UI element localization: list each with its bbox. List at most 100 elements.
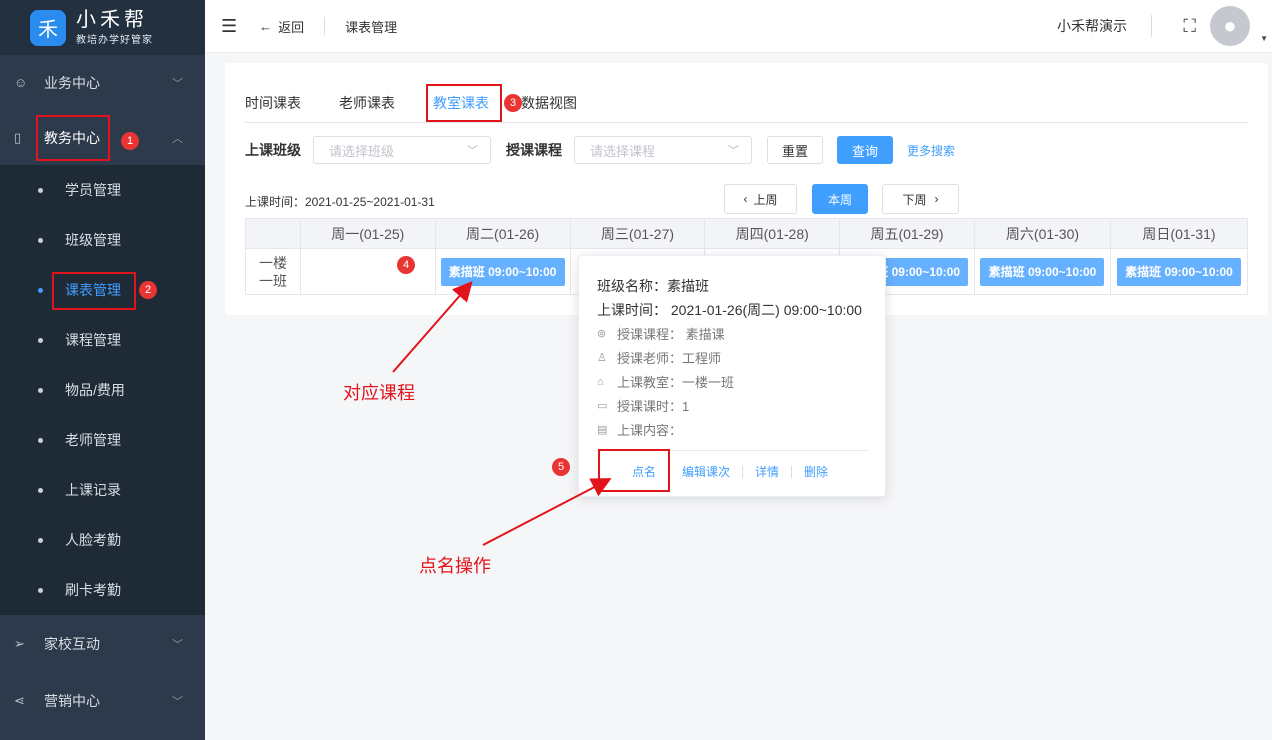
date-range: 上课时间：2021-01-25~2021-01-31 xyxy=(245,195,435,209)
course-chip[interactable]: 班 09:00~10:00 xyxy=(872,257,968,286)
user-name[interactable]: 小禾帮演示 xyxy=(1057,16,1127,36)
reset-button[interactable]: 重置 xyxy=(767,136,824,164)
sidebar-item-class-records[interactable]: 上课记录 xyxy=(0,465,205,515)
annotation-badge: 4 xyxy=(397,256,415,274)
logo-subtitle: 教培办学好管家 xyxy=(76,35,153,46)
user-circle-icon: ☺ xyxy=(14,75,28,90)
fullscreen-icon[interactable]: ⛶ xyxy=(1183,16,1196,37)
sidebar-item-classes[interactable]: 班级管理 xyxy=(0,215,205,265)
annotation-box-schedule xyxy=(52,272,136,310)
menu-toggle-icon[interactable]: ☰ xyxy=(221,16,237,37)
tab-teacher-schedule[interactable]: 老师课表 xyxy=(339,85,395,123)
day-header: 周日(01-31) xyxy=(1109,218,1249,249)
popover-content-row: ▤ 上课内容： xyxy=(597,423,683,438)
course-select[interactable]: 请选择课程 ﹀ xyxy=(574,136,752,164)
annotation-box-roll-call xyxy=(598,449,670,492)
annotation-badge: 3 xyxy=(504,94,522,112)
sidebar-item-students[interactable]: 学员管理 xyxy=(0,165,205,215)
class-filter-label: 上课班级 xyxy=(245,142,301,158)
sidebar-group-label: 家校互动 xyxy=(44,636,100,652)
day-header: 周一(01-25) xyxy=(299,218,436,249)
day-header: 周四(01-28) xyxy=(704,218,841,249)
room-cell: 一楼 一班 xyxy=(245,248,301,295)
class-select[interactable]: 请选择班级 ﹀ xyxy=(313,136,491,164)
sidebar: 禾 小禾帮 教培办学好管家 ☺ 业务中心 ﹀ ▯ 教务中心 ︿ 学员管理 班级管… xyxy=(0,0,205,740)
tab-data-view[interactable]: 数据视图 xyxy=(521,85,577,123)
logo-icon: 禾 xyxy=(30,9,66,46)
chevron-down-icon: ﹀ xyxy=(172,639,183,651)
sidebar-group-business[interactable]: ☺ 业务中心 ﹀ xyxy=(0,55,205,110)
day-header: 周六(01-30) xyxy=(974,218,1111,249)
annotation-badge: 1 xyxy=(121,132,139,150)
sidebar-item-courses[interactable]: 课程管理 xyxy=(0,315,205,365)
sidebar-group-label: 业务中心 xyxy=(44,74,100,91)
share-icon: ⋖ xyxy=(14,692,25,708)
day-header: 周五(01-29) xyxy=(839,218,975,249)
day-header: 周二(01-26) xyxy=(434,218,571,249)
calendar-icon: ▭ xyxy=(597,400,608,412)
sidebar-item-teachers[interactable]: 老师管理 xyxy=(0,415,205,465)
popover-teacher-row: ♙ 授课老师：工程师 xyxy=(597,351,722,366)
sidebar-item-goods-fees[interactable]: 物品/费用 xyxy=(0,365,205,415)
prev-week-button[interactable]: ‹ 上周 xyxy=(724,184,797,214)
annotation-badge: 5 xyxy=(552,458,570,476)
user-icon: ● xyxy=(1223,13,1237,38)
query-button[interactable]: 查询 xyxy=(837,136,894,164)
week-navigation: ‹ 上周 本周 下周 › xyxy=(724,184,959,214)
schedule-cell: 素描班 09:00~10:00 xyxy=(434,248,571,295)
divider xyxy=(1151,15,1152,37)
divider xyxy=(324,17,326,35)
schedule-cell: 素描班 09:00~10:00 xyxy=(1109,248,1249,295)
more-search-link[interactable]: 更多搜索 xyxy=(907,142,955,159)
details-button[interactable]: 详情 xyxy=(755,463,779,480)
sidebar-item-face-attendance[interactable]: 人脸考勤 xyxy=(0,515,205,565)
sidebar-group-marketing[interactable]: ⋖ 营销中心 ﹀ xyxy=(0,673,205,728)
chevron-down-icon: ﹀ xyxy=(172,695,183,708)
chevron-down-icon: ﹀ xyxy=(467,145,478,157)
book-icon: ▯ xyxy=(14,129,22,145)
page-title: 课表管理 xyxy=(345,19,398,35)
annotation-badge: 2 xyxy=(139,281,157,299)
sidebar-group-home-school[interactable]: ➢ 家校互动 ﹀ xyxy=(0,615,205,673)
sidebar-group-label: 营销中心 xyxy=(44,692,100,709)
arrow-left-icon: ← xyxy=(259,18,273,34)
document-icon: ▤ xyxy=(597,424,608,436)
chevron-down-icon: ﹀ xyxy=(728,145,739,157)
edit-session-button[interactable]: 编辑课次 xyxy=(682,463,730,480)
topbar: ☰ ← 返回 课表管理 小禾帮演示 ⛶ ● ▼ xyxy=(205,0,1272,53)
logo: 禾 小禾帮 教培办学好管家 xyxy=(0,0,205,55)
academic-submenu: 学员管理 班级管理 课表管理 课程管理 物品/费用 老师管理 上课记录 人脸考勤… xyxy=(0,165,205,615)
popover-time: 上课时间： 2021-01-26(周二) 09:00~10:00 xyxy=(597,302,862,318)
annotation-box-academic xyxy=(36,115,110,161)
avatar[interactable]: ● xyxy=(1210,6,1250,46)
sidebar-item-card-attendance[interactable]: 刷卡考勤 xyxy=(0,565,205,615)
current-week-button[interactable]: 本周 xyxy=(812,184,868,214)
view-tabs: 时间课表 老师课表 教室课表 数据视图 xyxy=(245,85,1248,123)
annotation-box-classroom-tab xyxy=(426,84,502,122)
popover-class-name: 班级名称：素描班 xyxy=(597,278,709,294)
tab-time-schedule[interactable]: 时间课表 xyxy=(245,85,301,123)
course-chip[interactable]: 素描班 09:00~10:00 xyxy=(440,257,565,286)
schedule-cell: 素描班 09:00~10:00 xyxy=(974,248,1111,295)
chevron-right-icon: › xyxy=(934,192,939,206)
course-chip[interactable]: 素描班 09:00~10:00 xyxy=(980,257,1105,286)
caret-down-icon[interactable]: ▼ xyxy=(1260,34,1268,43)
course-filter-label: 授课课程 xyxy=(506,142,562,158)
schedule-cell-empty xyxy=(299,248,436,295)
chevron-up-icon: ︿ xyxy=(172,132,183,145)
next-week-button[interactable]: 下周 › xyxy=(882,184,959,214)
paper-plane-icon: ➢ xyxy=(14,636,25,651)
home-icon: ⌂ xyxy=(597,375,604,388)
popover-room-row: ⌂ 上课教室：一楼一班 xyxy=(597,375,735,390)
annotation-label-rollcall: 点名操作 xyxy=(419,556,491,576)
annotation-label-course: 对应课程 xyxy=(343,383,415,403)
day-header: 周三(01-27) xyxy=(569,218,706,249)
back-button[interactable]: ← 返回 xyxy=(259,17,304,36)
popover-hours-row: ▭ 授课课时：1 xyxy=(597,399,690,414)
filter-bar: 上课班级 请选择班级 ﹀ 授课课程 请选择课程 ﹀ 重置 查询 更多搜索 xyxy=(245,136,955,164)
course-chip[interactable]: 素描班 09:00~10:00 xyxy=(1116,257,1241,286)
delete-button[interactable]: 删除 xyxy=(804,463,828,480)
logo-title: 小禾帮 xyxy=(76,9,148,31)
chevron-down-icon: ﹀ xyxy=(172,77,183,90)
corner-header xyxy=(245,218,301,249)
